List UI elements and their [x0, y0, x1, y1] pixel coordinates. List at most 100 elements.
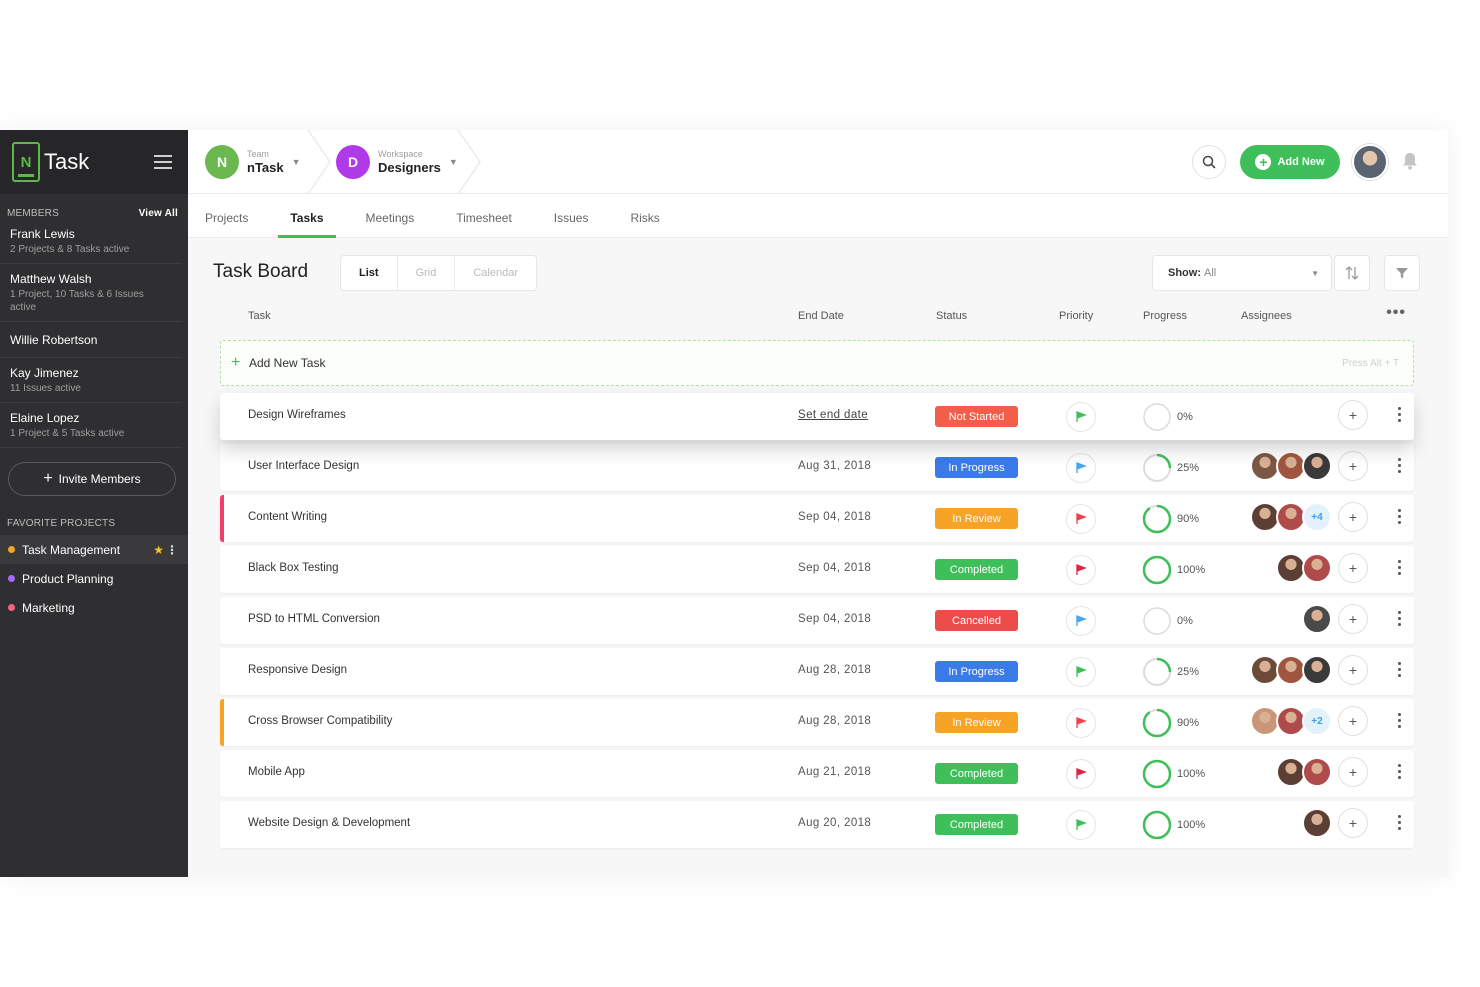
view-calendar[interactable]: Calendar [454, 256, 536, 290]
favorite-project-item[interactable]: Task Management ★ ⋮ [0, 535, 188, 564]
task-row[interactable]: Black Box Testing Sep 04, 2018 Completed 10… [220, 546, 1414, 593]
add-assignee-button[interactable]: + [1338, 502, 1368, 532]
member-item[interactable]: Kay Jimenez 11 Issues active [0, 358, 182, 403]
task-end-date[interactable]: Aug 28, 2018 [798, 664, 871, 676]
task-name[interactable]: User Interface Design [248, 460, 359, 472]
col-end-date[interactable]: End Date [798, 310, 844, 322]
invite-members-button[interactable]: + Invite Members [8, 462, 176, 496]
assignee-avatar[interactable] [1302, 808, 1332, 838]
status-badge[interactable]: Completed [935, 763, 1018, 784]
task-end-date[interactable]: Aug 28, 2018 [798, 715, 871, 727]
add-assignee-button[interactable]: + [1338, 706, 1368, 736]
assignee-avatar[interactable] [1302, 655, 1332, 685]
tab-risks[interactable]: Risks [630, 211, 659, 237]
task-name[interactable]: Cross Browser Compatibility [248, 715, 392, 727]
task-end-date[interactable]: Sep 04, 2018 [798, 511, 871, 523]
kebab-menu-icon[interactable] [1396, 509, 1402, 524]
tab-meetings[interactable]: Meetings [366, 211, 415, 237]
kebab-menu-icon[interactable] [1396, 560, 1402, 575]
status-badge[interactable]: In Review [935, 712, 1018, 733]
task-end-date[interactable]: Aug 21, 2018 [798, 766, 871, 778]
task-row[interactable]: Mobile App Aug 21, 2018 Completed 100% + [220, 750, 1414, 797]
tab-tasks[interactable]: Tasks [278, 211, 336, 238]
show-filter-select[interactable]: Show: All ▼ [1152, 255, 1332, 291]
filter-button[interactable] [1384, 255, 1420, 291]
more-assignees-badge[interactable]: +2 [1302, 706, 1332, 736]
task-end-date[interactable]: Aug 20, 2018 [798, 817, 871, 829]
assignee-avatar[interactable] [1302, 757, 1332, 787]
search-button[interactable] [1192, 145, 1226, 179]
status-badge[interactable]: In Progress [935, 661, 1018, 682]
kebab-menu-icon[interactable]: ⋮ [166, 543, 178, 557]
tab-timesheet[interactable]: Timesheet [456, 211, 512, 237]
task-row[interactable]: Website Design & Development Aug 20, 2018… [220, 801, 1414, 848]
assignee-avatar[interactable] [1302, 553, 1332, 583]
task-row[interactable]: Responsive Design Aug 28, 2018 In Progress… [220, 648, 1414, 695]
member-item[interactable]: Willie Robertson [0, 322, 182, 358]
user-avatar[interactable] [1352, 144, 1388, 180]
kebab-menu-icon[interactable] [1396, 713, 1402, 728]
status-badge[interactable]: Not Started [935, 406, 1018, 427]
priority-button[interactable] [1066, 759, 1096, 789]
task-end-date[interactable]: Set end date [798, 409, 868, 421]
col-priority[interactable]: Priority [1059, 310, 1093, 322]
add-assignee-button[interactable]: + [1338, 451, 1368, 481]
view-all-link[interactable]: View All [139, 208, 178, 219]
bell-icon[interactable] [1402, 152, 1418, 170]
col-progress[interactable]: Progress [1143, 310, 1187, 322]
kebab-menu-icon[interactable] [1396, 815, 1402, 830]
ntask-logo-icon[interactable]: N [12, 142, 40, 182]
task-end-date[interactable]: Sep 04, 2018 [798, 562, 871, 574]
task-end-date[interactable]: Aug 31, 2018 [798, 460, 871, 472]
priority-button[interactable] [1066, 504, 1096, 534]
task-row[interactable]: Design Wireframes Set end date Not Started… [220, 393, 1414, 440]
priority-button[interactable] [1066, 453, 1096, 483]
task-row[interactable]: Content Writing Sep 04, 2018 In Review 90% +… [220, 495, 1414, 542]
favorite-project-item[interactable]: Marketing [0, 593, 188, 622]
task-row[interactable]: Cross Browser Compatibility Aug 28, 2018 I… [220, 699, 1414, 746]
add-new-task-row[interactable]: + Add New Task Press Alt + T [220, 340, 1414, 386]
status-badge[interactable]: Completed [935, 814, 1018, 835]
menu-icon[interactable] [154, 155, 172, 169]
kebab-menu-icon[interactable] [1396, 458, 1402, 473]
star-icon[interactable]: ★ [153, 543, 164, 557]
more-assignees-badge[interactable]: +4 [1302, 502, 1332, 532]
task-name[interactable]: Responsive Design [248, 664, 347, 676]
member-item[interactable]: Elaine Lopez 1 Project & 5 Tasks active [0, 403, 182, 448]
add-assignee-button[interactable]: + [1338, 400, 1368, 430]
add-new-button[interactable]: + Add New [1240, 145, 1340, 179]
status-badge[interactable]: Completed [935, 559, 1018, 580]
task-row[interactable]: User Interface Design Aug 31, 2018 In Prog… [220, 444, 1414, 491]
priority-button[interactable] [1066, 810, 1096, 840]
add-assignee-button[interactable]: + [1338, 808, 1368, 838]
priority-button[interactable] [1066, 708, 1096, 738]
team-selector[interactable]: N Team nTask ▼ [205, 145, 301, 179]
sort-button[interactable] [1334, 255, 1370, 291]
priority-button[interactable] [1066, 402, 1096, 432]
view-grid[interactable]: Grid [396, 256, 455, 290]
col-assignees[interactable]: Assignees [1241, 310, 1292, 322]
task-end-date[interactable]: Sep 04, 2018 [798, 613, 871, 625]
col-status[interactable]: Status [936, 310, 967, 322]
task-row[interactable]: PSD to HTML Conversion Sep 04, 2018 Cancel… [220, 597, 1414, 644]
status-badge[interactable]: Cancelled [935, 610, 1018, 631]
assignee-avatar[interactable] [1302, 604, 1332, 634]
task-name[interactable]: Black Box Testing [248, 562, 339, 574]
task-name[interactable]: Content Writing [248, 511, 327, 523]
priority-button[interactable] [1066, 606, 1096, 636]
kebab-menu-icon[interactable] [1396, 611, 1402, 626]
task-name[interactable]: Website Design & Development [248, 817, 410, 829]
workspace-selector[interactable]: D Workspace Designers ▼ [336, 145, 458, 179]
tab-projects[interactable]: Projects [205, 211, 248, 237]
assignee-avatar[interactable] [1302, 451, 1332, 481]
status-badge[interactable]: In Review [935, 508, 1018, 529]
status-badge[interactable]: In Progress [935, 457, 1018, 478]
tab-issues[interactable]: Issues [554, 211, 589, 237]
member-item[interactable]: Matthew Walsh 1 Project, 10 Tasks & 6 Iss… [0, 264, 182, 322]
add-assignee-button[interactable]: + [1338, 757, 1368, 787]
view-list[interactable]: List [341, 256, 397, 290]
add-assignee-button[interactable]: + [1338, 604, 1368, 634]
priority-button[interactable] [1066, 657, 1096, 687]
priority-button[interactable] [1066, 555, 1096, 585]
task-name[interactable]: PSD to HTML Conversion [248, 613, 380, 625]
